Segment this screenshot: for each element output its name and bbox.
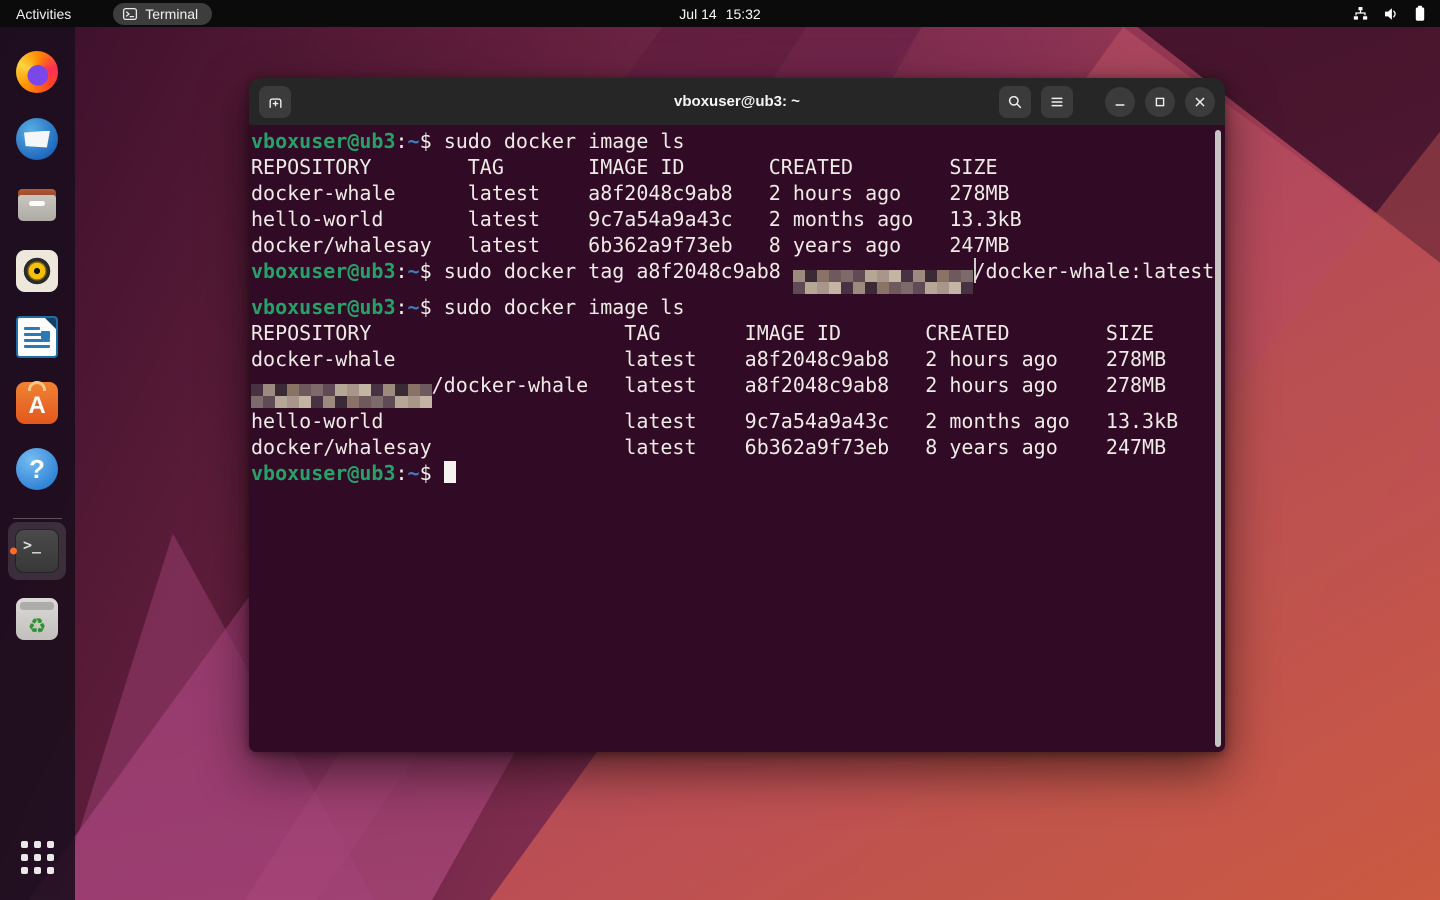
clock-button[interactable]: Jul 14 15:32 xyxy=(679,6,760,22)
terminal-line-table-row: /docker-whale latest a8f2048c9ab8 2 hour… xyxy=(251,372,1225,408)
terminal-icon: >_ xyxy=(15,529,59,573)
new-tab-button[interactable] xyxy=(259,86,291,118)
terminal-line-table-row: docker/whalesay latest 6b362a9f73eb 8 ye… xyxy=(251,232,1225,258)
ubuntu-software-icon: A xyxy=(16,382,58,424)
dock-item-help[interactable]: ? xyxy=(16,448,58,490)
search-icon xyxy=(1007,94,1023,110)
menu-button[interactable] xyxy=(1041,86,1073,118)
menu-icon xyxy=(1049,94,1065,110)
maximize-button[interactable] xyxy=(1145,87,1175,117)
titlebar[interactable]: vboxuser@ub3: ~ xyxy=(249,78,1225,125)
files-icon xyxy=(16,184,58,226)
dock-item-files[interactable] xyxy=(16,184,58,226)
minimize-button[interactable] xyxy=(1105,87,1135,117)
system-status-area[interactable] xyxy=(1352,0,1430,27)
activities-button[interactable]: Activities xyxy=(0,0,87,27)
dock-item-trash[interactable]: ♻ xyxy=(16,598,58,640)
dock-item-rhythmbox[interactable] xyxy=(16,250,58,292)
help-icon: ? xyxy=(16,448,58,490)
network-wired-icon xyxy=(1352,6,1369,22)
libreoffice-writer-icon xyxy=(16,316,58,358)
terminal-scrollbar[interactable] xyxy=(1215,130,1221,747)
dock-separator xyxy=(13,518,62,519)
rhythmbox-icon xyxy=(16,250,58,292)
clock-time: 15:32 xyxy=(726,6,761,22)
search-button[interactable] xyxy=(999,86,1031,118)
terminal-line-table-header: REPOSITORY TAG IMAGE ID CREATED SIZE xyxy=(251,320,1225,346)
terminal-line-table-header: REPOSITORY TAG IMAGE ID CREATED SIZE xyxy=(251,154,1225,180)
close-button[interactable] xyxy=(1185,87,1215,117)
minimize-icon xyxy=(1113,95,1127,109)
terminal-line-table-row: docker-whale latest a8f2048c9ab8 2 hours… xyxy=(251,180,1225,206)
trash-icon: ♻ xyxy=(16,598,58,640)
dock-item-ubuntu-software[interactable]: A xyxy=(16,382,58,424)
thunderbird-icon xyxy=(16,118,58,160)
dock-item-terminal[interactable]: >_ xyxy=(8,522,66,580)
terminal-line-command: vboxuser@ub3:~$ sudo docker tag a8f2048c… xyxy=(251,258,1225,294)
dock-item-libreoffice-writer[interactable] xyxy=(16,316,58,358)
firefox-icon xyxy=(16,51,58,93)
new-tab-icon xyxy=(267,94,284,111)
dock-item-thunderbird[interactable] xyxy=(16,118,58,160)
close-icon xyxy=(1193,95,1207,109)
terminal-line-command: vboxuser@ub3:~$ sudo docker image ls xyxy=(251,128,1225,154)
redacted-username-block xyxy=(251,384,432,408)
terminal-line-table-row: docker-whale latest a8f2048c9ab8 2 hours… xyxy=(251,346,1225,372)
focused-app-label: Terminal xyxy=(145,6,198,22)
show-applications-button[interactable] xyxy=(21,841,54,874)
terminal-line-table-row: docker/whalesay latest 6b362a9f73eb 8 ye… xyxy=(251,434,1225,460)
terminal-window: vboxuser@ub3: ~ xyxy=(249,78,1225,752)
terminal-line-command: vboxuser@ub3:~$ sudo docker image ls xyxy=(251,294,1225,320)
running-indicator-dot xyxy=(10,548,17,555)
clock-date: Jul 14 xyxy=(679,6,716,22)
terminal-content[interactable]: vboxuser@ub3:~$ sudo docker image ls REP… xyxy=(249,125,1225,752)
dock-item-firefox[interactable] xyxy=(16,51,58,93)
terminal-line-prompt: vboxuser@ub3:~$ xyxy=(251,460,1225,486)
focused-app-menu[interactable]: Terminal xyxy=(113,3,212,25)
dock: A ? >_ ♻ xyxy=(0,27,75,900)
battery-icon xyxy=(1414,5,1426,22)
terminal-app-icon xyxy=(122,6,138,22)
top-bar: Activities Terminal Jul 14 15:32 xyxy=(0,0,1440,27)
redacted-username-block xyxy=(793,270,974,294)
maximize-icon xyxy=(1153,95,1167,109)
block-cursor xyxy=(444,461,456,483)
terminal-line-table-row: hello-world latest 9c7a54a9a43c 2 months… xyxy=(251,206,1225,232)
desktop: Activities Terminal Jul 14 15:32 xyxy=(0,0,1440,900)
volume-icon xyxy=(1383,6,1400,22)
terminal-line-table-row: hello-world latest 9c7a54a9a43c 2 months… xyxy=(251,408,1225,434)
